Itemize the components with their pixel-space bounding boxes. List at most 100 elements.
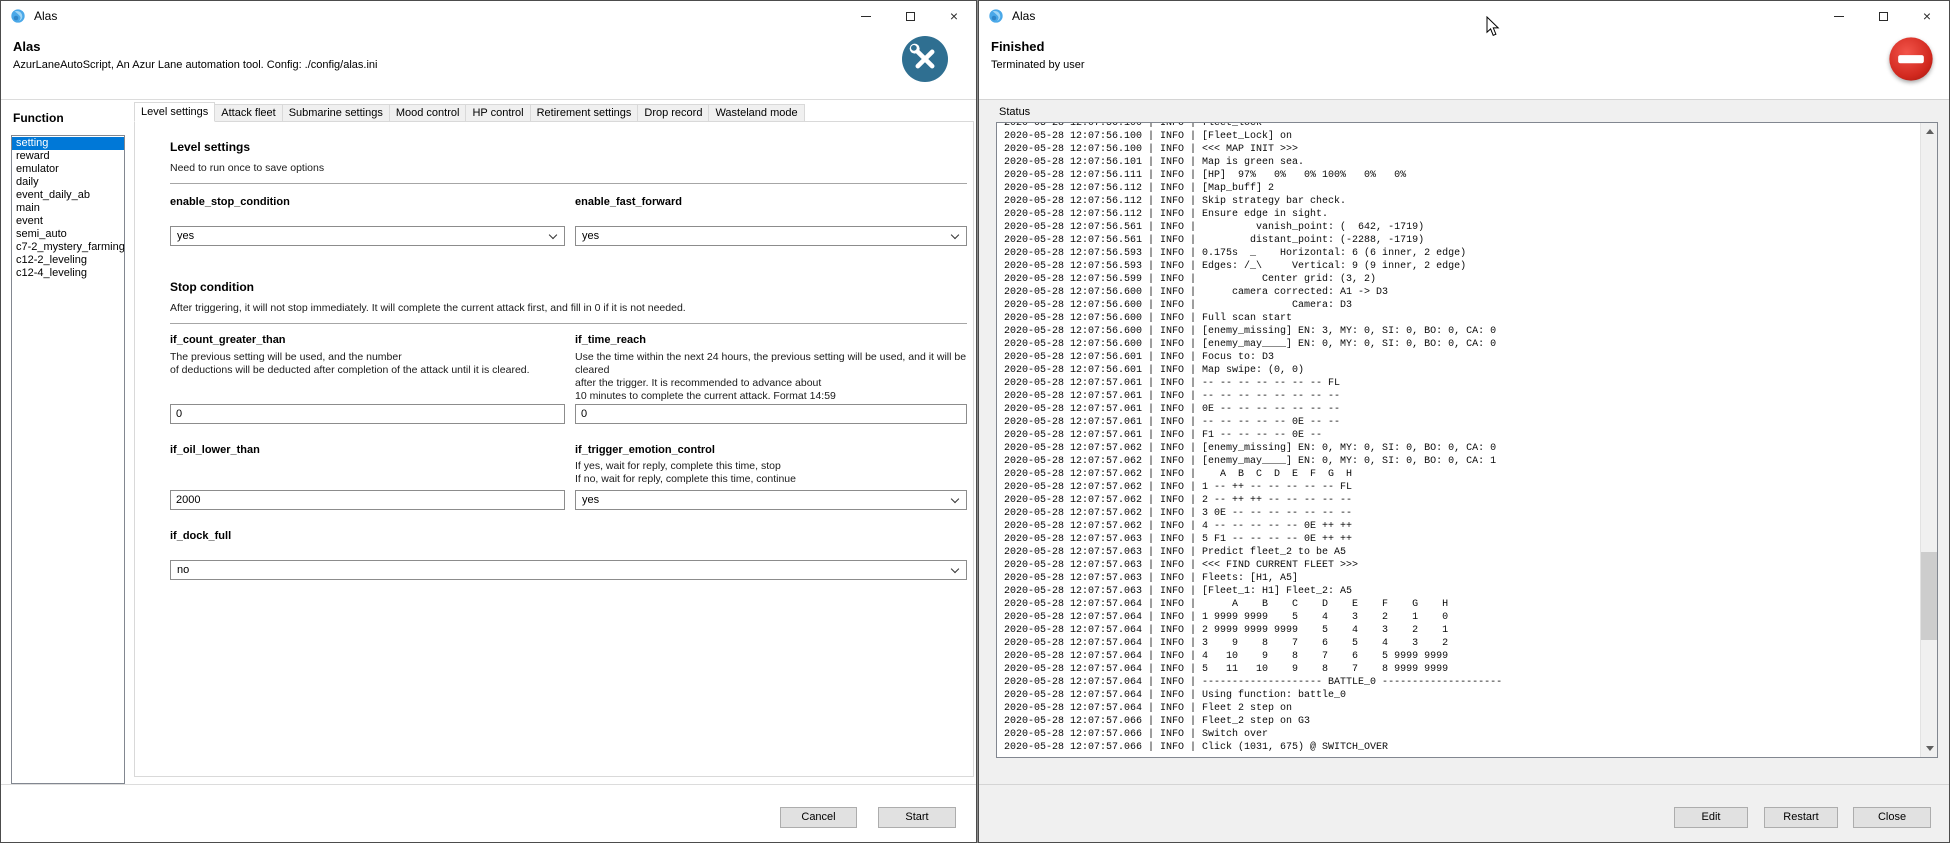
function-list-item[interactable]: c12-4_leveling — [12, 267, 124, 280]
log-line: 2020-05-28 12:07:56.601 | INFO | Focus t… — [1004, 351, 1919, 364]
function-label: Function — [13, 111, 64, 125]
settings-tab[interactable]: Retirement settings — [530, 104, 639, 122]
desc-if-time-reach: Use the time within the next 24 hours, t… — [575, 351, 967, 403]
log-line: 2020-05-28 12:07:56.561 | INFO | distant… — [1004, 234, 1919, 247]
log-line: 2020-05-28 12:07:56.599 | INFO | Center … — [1004, 273, 1919, 286]
log-line: 2020-05-28 12:07:57.061 | INFO | -- -- -… — [1004, 377, 1919, 390]
titlebar[interactable]: Alas × — [1, 1, 976, 31]
settings-tab[interactable]: Mood control — [389, 104, 467, 122]
close-button[interactable]: × — [1905, 1, 1949, 31]
log-line: 2020-05-28 12:07:57.062 | INFO | 3 0E --… — [1004, 507, 1919, 520]
start-button[interactable]: Start — [878, 807, 956, 828]
minimize-button[interactable] — [844, 1, 888, 31]
function-list-item[interactable]: semi_auto — [12, 228, 124, 241]
scroll-down-button[interactable] — [1921, 740, 1938, 757]
section-heading-level-settings: Level settings — [170, 140, 250, 154]
function-list-item[interactable]: setting — [12, 137, 124, 150]
triangle-up-icon — [1926, 129, 1934, 134]
restart-button[interactable]: Restart — [1764, 807, 1838, 828]
function-list-item[interactable]: c12-2_leveling — [12, 254, 124, 267]
titlebar[interactable]: Alas × — [979, 1, 1949, 31]
cancel-button[interactable]: Cancel — [780, 807, 857, 828]
function-list-item[interactable]: emulator — [12, 163, 124, 176]
desc-if-trigger-emotion-control: If yes, wait for reply, complete this ti… — [575, 460, 967, 486]
desc-line: If yes, wait for reply, complete this ti… — [575, 460, 967, 473]
level-settings-tabpage: Level settings Need to run once to save … — [134, 121, 974, 777]
log-line: 2020-05-28 12:07:57.064 | INFO | -------… — [1004, 676, 1919, 689]
log-line: 2020-05-28 12:07:56.112 | INFO | [Map_bu… — [1004, 182, 1919, 195]
maximize-button[interactable] — [888, 1, 932, 31]
log-line: 2020-05-28 12:07:56.101 | INFO | Map is … — [1004, 156, 1919, 169]
maximize-button[interactable] — [1861, 1, 1905, 31]
function-list-item[interactable]: event_daily_ab — [12, 189, 124, 202]
maximize-icon — [1879, 12, 1888, 21]
log-line: 2020-05-28 12:07:57.066 | INFO | Fleet_2… — [1004, 715, 1919, 728]
function-listbox[interactable]: settingrewardemulatordailyevent_daily_ab… — [11, 135, 125, 784]
input-if-time-reach[interactable] — [575, 404, 967, 424]
settings-tab[interactable]: Drop record — [637, 104, 709, 122]
close-window-button[interactable]: Close — [1853, 807, 1931, 828]
select-enable-fast-forward[interactable]: yes — [575, 226, 967, 246]
function-list-item[interactable]: main — [12, 202, 124, 215]
function-list-item[interactable]: event — [12, 215, 124, 228]
settings-tab[interactable]: Level settings — [134, 102, 215, 122]
log-line: 2020-05-28 12:07:57.061 | INFO | 0E -- -… — [1004, 403, 1919, 416]
close-button[interactable]: × — [932, 1, 976, 31]
input-if-oil-lower-than[interactable] — [170, 490, 565, 510]
alas-log-window: Alas × Finished Terminated by user Statu… — [978, 0, 1950, 843]
chevron-down-icon — [951, 495, 959, 503]
function-list-item[interactable]: c7-2_mystery_farming — [12, 241, 124, 254]
label-if-time-reach: if_time_reach — [575, 334, 646, 346]
function-list-item[interactable]: reward — [12, 150, 124, 163]
log-line: 2020-05-28 12:07:56.600 | INFO | [enemy_… — [1004, 325, 1919, 338]
stop-icon — [1888, 36, 1934, 82]
edit-button[interactable]: Edit — [1674, 807, 1748, 828]
window-title: Alas — [1012, 9, 1035, 23]
log-line: 2020-05-28 12:07:56.601 | INFO | Map swi… — [1004, 364, 1919, 377]
select-value: no — [177, 564, 189, 576]
select-if-trigger-emotion-control[interactable]: yes — [575, 490, 967, 510]
log-line: 2020-05-28 12:07:57.064 | INFO | 1 9999 … — [1004, 611, 1919, 624]
scroll-up-button[interactable] — [1921, 123, 1938, 140]
function-list-item[interactable]: daily — [12, 176, 124, 189]
log-scrollbar[interactable] — [1920, 123, 1937, 757]
select-value: yes — [177, 230, 194, 242]
settings-tab[interactable]: Attack fleet — [214, 104, 282, 122]
settings-tab[interactable]: HP control — [465, 104, 530, 122]
run-status-subtitle: Terminated by user — [991, 59, 1085, 71]
select-if-dock-full[interactable]: no — [170, 560, 967, 580]
log-line: 2020-05-28 12:07:57.066 | INFO | Switch … — [1004, 728, 1919, 741]
input-if-count-greater-than[interactable] — [170, 404, 565, 424]
minimize-button[interactable] — [1817, 1, 1861, 31]
select-value: yes — [582, 494, 599, 506]
log-line: 2020-05-28 12:07:57.062 | INFO | [enemy_… — [1004, 442, 1919, 455]
label-enable-fast-forward: enable_fast_forward — [575, 196, 682, 208]
minimize-icon — [1834, 16, 1844, 17]
section-desc-stop-condition: After triggering, it will not stop immed… — [170, 302, 960, 314]
log-line: 2020-05-28 12:07:56.100 | INFO | fleet_l… — [1004, 122, 1919, 130]
scrollbar-thumb[interactable] — [1921, 552, 1938, 640]
log-line: 2020-05-28 12:07:57.064 | INFO | 2 9999 … — [1004, 624, 1919, 637]
log-line: 2020-05-28 12:07:57.064 | INFO | 3 9 8 7… — [1004, 637, 1919, 650]
log-line: 2020-05-28 12:07:57.062 | INFO | 1 -- ++… — [1004, 481, 1919, 494]
desc-line: 10 minutes to complete the current attac… — [575, 390, 967, 403]
label-if-dock-full: if_dock_full — [170, 530, 231, 542]
log-line: 2020-05-28 12:07:57.061 | INFO | F1 -- -… — [1004, 429, 1919, 442]
chevron-down-icon — [951, 231, 959, 239]
desc-line: after the trigger. It is recommended to … — [575, 377, 967, 390]
select-enable-stop-condition[interactable]: yes — [170, 226, 565, 246]
close-icon: × — [1923, 9, 1931, 23]
divider — [170, 323, 967, 324]
log-output-box[interactable]: 2020-05-28 12:07:56.100 | INFO | fleet_l… — [996, 122, 1938, 758]
settings-tab[interactable]: Wasteland mode — [708, 104, 804, 122]
log-line: 2020-05-28 12:07:57.062 | INFO | 4 -- --… — [1004, 520, 1919, 533]
log-line: 2020-05-28 12:07:56.600 | INFO | Full sc… — [1004, 312, 1919, 325]
mouse-cursor — [1486, 16, 1500, 37]
divider — [170, 183, 967, 184]
settings-tab[interactable]: Submarine settings — [282, 104, 390, 122]
log-line: 2020-05-28 12:07:56.600 | INFO | Camera:… — [1004, 299, 1919, 312]
close-icon: × — [950, 9, 958, 23]
footer-divider — [1, 784, 976, 785]
log-line: 2020-05-28 12:07:57.062 | INFO | [enemy_… — [1004, 455, 1919, 468]
app-title: Alas — [13, 39, 40, 54]
